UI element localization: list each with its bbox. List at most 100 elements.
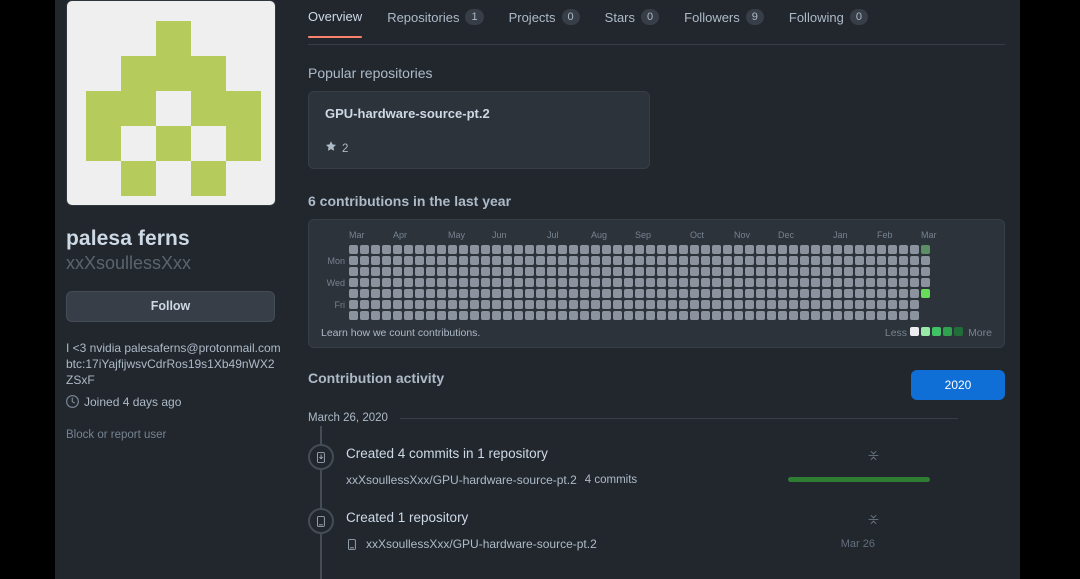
calendar-day-cell[interactable] [525, 289, 534, 298]
calendar-day-cell[interactable] [877, 289, 886, 298]
calendar-day-cell[interactable] [734, 311, 743, 320]
calendar-day-cell[interactable] [382, 256, 391, 265]
calendar-day-cell[interactable] [481, 311, 490, 320]
calendar-day-cell[interactable] [855, 245, 864, 254]
calendar-day-cell[interactable] [690, 256, 699, 265]
calendar-day-cell[interactable] [921, 289, 930, 298]
calendar-day-cell[interactable] [866, 278, 875, 287]
calendar-day-cell[interactable] [448, 289, 457, 298]
calendar-day-cell[interactable] [855, 289, 864, 298]
calendar-day-cell[interactable] [712, 278, 721, 287]
calendar-day-cell[interactable] [811, 278, 820, 287]
calendar-day-cell[interactable] [635, 289, 644, 298]
calendar-day-cell[interactable] [767, 267, 776, 276]
calendar-day-cell[interactable] [613, 278, 622, 287]
calendar-day-cell[interactable] [514, 289, 523, 298]
calendar-day-cell[interactable] [822, 267, 831, 276]
calendar-day-cell[interactable] [349, 267, 358, 276]
calendar-day-cell[interactable] [569, 289, 578, 298]
calendar-day-cell[interactable] [657, 289, 666, 298]
calendar-day-cell[interactable] [778, 278, 787, 287]
calendar-day-cell[interactable] [712, 289, 721, 298]
calendar-day-cell[interactable] [789, 300, 798, 309]
calendar-day-cell[interactable] [569, 245, 578, 254]
repository-card[interactable]: GPU-hardware-source-pt.22 [308, 91, 650, 169]
calendar-day-cell[interactable] [426, 256, 435, 265]
calendar-day-cell[interactable] [591, 278, 600, 287]
calendar-day-cell[interactable] [822, 278, 831, 287]
calendar-day-cell[interactable] [360, 256, 369, 265]
calendar-day-cell[interactable] [877, 311, 886, 320]
calendar-day-cell[interactable] [833, 311, 842, 320]
calendar-day-cell[interactable] [437, 289, 446, 298]
calendar-day-cell[interactable] [448, 256, 457, 265]
calendar-day-cell[interactable] [448, 267, 457, 276]
calendar-day-cell[interactable] [811, 300, 820, 309]
calendar-day-cell[interactable] [382, 311, 391, 320]
calendar-day-cell[interactable] [855, 256, 864, 265]
calendar-day-cell[interactable] [624, 278, 633, 287]
calendar-day-cell[interactable] [734, 289, 743, 298]
calendar-day-cell[interactable] [536, 256, 545, 265]
calendar-day-cell[interactable] [635, 245, 644, 254]
calendar-day-cell[interactable] [404, 300, 413, 309]
calendar-day-cell[interactable] [657, 267, 666, 276]
calendar-day-cell[interactable] [844, 256, 853, 265]
calendar-day-cell[interactable] [877, 267, 886, 276]
calendar-day-cell[interactable] [470, 300, 479, 309]
calendar-day-cell[interactable] [591, 300, 600, 309]
calendar-day-cell[interactable] [415, 311, 424, 320]
calendar-day-cell[interactable] [503, 256, 512, 265]
calendar-day-cell[interactable] [602, 300, 611, 309]
calendar-day-cell[interactable] [800, 289, 809, 298]
calendar-day-cell[interactable] [624, 300, 633, 309]
calendar-day-cell[interactable] [415, 267, 424, 276]
calendar-day-cell[interactable] [778, 256, 787, 265]
calendar-day-cell[interactable] [866, 289, 875, 298]
calendar-day-cell[interactable] [426, 300, 435, 309]
calendar-day-cell[interactable] [426, 267, 435, 276]
tab-repositories[interactable]: Repositories1 [387, 9, 483, 38]
calendar-day-cell[interactable] [701, 256, 710, 265]
calendar-day-cell[interactable] [349, 278, 358, 287]
calendar-day-cell[interactable] [393, 267, 402, 276]
calendar-day-cell[interactable] [690, 311, 699, 320]
calendar-day-cell[interactable] [371, 267, 380, 276]
calendar-day-cell[interactable] [547, 278, 556, 287]
calendar-day-cell[interactable] [459, 278, 468, 287]
repository-name-link[interactable]: GPU-hardware-source-pt.2 [325, 106, 633, 121]
calendar-day-cell[interactable] [789, 278, 798, 287]
calendar-day-cell[interactable] [635, 267, 644, 276]
calendar-day-cell[interactable] [580, 289, 589, 298]
calendar-day-cell[interactable] [481, 278, 490, 287]
calendar-day-cell[interactable] [536, 311, 545, 320]
calendar-day-cell[interactable] [800, 245, 809, 254]
calendar-day-cell[interactable] [613, 311, 622, 320]
calendar-day-cell[interactable] [624, 245, 633, 254]
calendar-day-cell[interactable] [635, 256, 644, 265]
calendar-day-cell[interactable] [679, 289, 688, 298]
calendar-day-cell[interactable] [525, 311, 534, 320]
calendar-day-cell[interactable] [811, 256, 820, 265]
calendar-day-cell[interactable] [767, 300, 776, 309]
calendar-day-cell[interactable] [888, 278, 897, 287]
calendar-day-cell[interactable] [855, 267, 864, 276]
calendar-day-cell[interactable] [888, 289, 897, 298]
calendar-day-cell[interactable] [382, 300, 391, 309]
calendar-day-cell[interactable] [459, 311, 468, 320]
calendar-day-cell[interactable] [756, 300, 765, 309]
calendar-day-cell[interactable] [734, 267, 743, 276]
calendar-day-cell[interactable] [613, 289, 622, 298]
calendar-day-cell[interactable] [679, 278, 688, 287]
calendar-day-cell[interactable] [536, 267, 545, 276]
calendar-day-cell[interactable] [910, 289, 919, 298]
calendar-day-cell[interactable] [558, 245, 567, 254]
calendar-day-cell[interactable] [690, 289, 699, 298]
calendar-day-cell[interactable] [833, 245, 842, 254]
calendar-day-cell[interactable] [459, 300, 468, 309]
calendar-day-cell[interactable] [547, 300, 556, 309]
calendar-day-cell[interactable] [503, 300, 512, 309]
calendar-day-cell[interactable] [547, 256, 556, 265]
calendar-day-cell[interactable] [712, 245, 721, 254]
calendar-day-cell[interactable] [646, 311, 655, 320]
